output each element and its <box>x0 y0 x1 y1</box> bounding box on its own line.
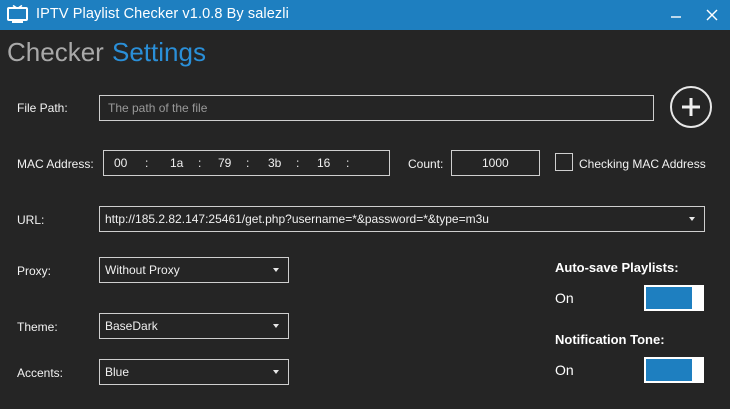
tab-checker[interactable]: Checker <box>7 36 104 68</box>
accents-select[interactable]: Blue <box>99 359 289 385</box>
toggle-fill <box>646 287 692 309</box>
mac-separator: : <box>145 156 149 170</box>
theme-value: BaseDark <box>105 319 158 333</box>
url-value: http://185.2.82.147:25461/get.php?userna… <box>105 212 489 226</box>
add-file-button[interactable] <box>670 86 712 128</box>
url-combobox[interactable]: http://185.2.82.147:25461/get.php?userna… <box>99 206 705 232</box>
dropdown-arrow-icon <box>689 217 695 221</box>
tab-settings[interactable]: Settings <box>112 36 206 68</box>
minimize-icon <box>671 16 681 18</box>
mac-address-label: MAC Address: <box>17 157 94 171</box>
notification-tone-state: On <box>555 362 574 378</box>
proxy-select[interactable]: Without Proxy <box>99 257 289 283</box>
mac-segment: 00 <box>114 156 128 170</box>
checking-mac-checkbox[interactable] <box>555 153 573 171</box>
count-value: 1000 <box>482 156 509 170</box>
mac-segment: 3b <box>268 156 282 170</box>
mac-segment: 16 <box>317 156 331 170</box>
theme-label: Theme: <box>17 320 58 334</box>
mac-separator: : <box>246 156 250 170</box>
mac-segment: 79 <box>218 156 232 170</box>
mac-segment: 1a <box>170 156 184 170</box>
accents-value: Blue <box>105 365 130 379</box>
accents-label: Accents: <box>17 366 64 380</box>
dropdown-arrow-icon <box>273 370 279 374</box>
mac-address-input[interactable]: 00 : 1a : 79 : 3b : 16 : <box>103 150 390 176</box>
count-label: Count: <box>408 157 444 171</box>
notification-tone-title: Notification Tone: <box>555 332 665 347</box>
plus-icon <box>682 98 700 116</box>
proxy-label: Proxy: <box>17 264 52 278</box>
url-label: URL: <box>17 213 45 227</box>
auto-save-toggle[interactable] <box>644 285 704 311</box>
title-bar: IPTV Playlist Checker v1.0.8 By salezli <box>0 0 730 30</box>
auto-save-title: Auto-save Playlists: <box>555 260 679 275</box>
close-button[interactable] <box>694 0 730 30</box>
dropdown-arrow-icon <box>273 324 279 328</box>
count-input[interactable]: 1000 <box>451 150 540 176</box>
file-path-input[interactable]: The path of the file <box>99 95 654 121</box>
checking-mac-label: Checking MAC Address <box>579 157 706 171</box>
mac-separator: : <box>346 156 350 170</box>
file-path-label: File Path: <box>17 101 68 115</box>
theme-select[interactable]: BaseDark <box>99 313 289 339</box>
minimize-button[interactable] <box>658 0 694 30</box>
close-icon <box>706 9 718 21</box>
proxy-value: Without Proxy <box>105 263 180 277</box>
dropdown-arrow-icon <box>273 268 279 272</box>
mac-separator: : <box>198 156 202 170</box>
window-title: IPTV Playlist Checker v1.0.8 By salezli <box>36 6 289 22</box>
toggle-fill <box>646 359 692 381</box>
auto-save-state: On <box>555 290 574 306</box>
notification-tone-toggle[interactable] <box>644 357 704 383</box>
tv-icon <box>7 5 28 23</box>
file-path-placeholder: The path of the file <box>108 101 208 115</box>
mac-separator: : <box>296 156 300 170</box>
